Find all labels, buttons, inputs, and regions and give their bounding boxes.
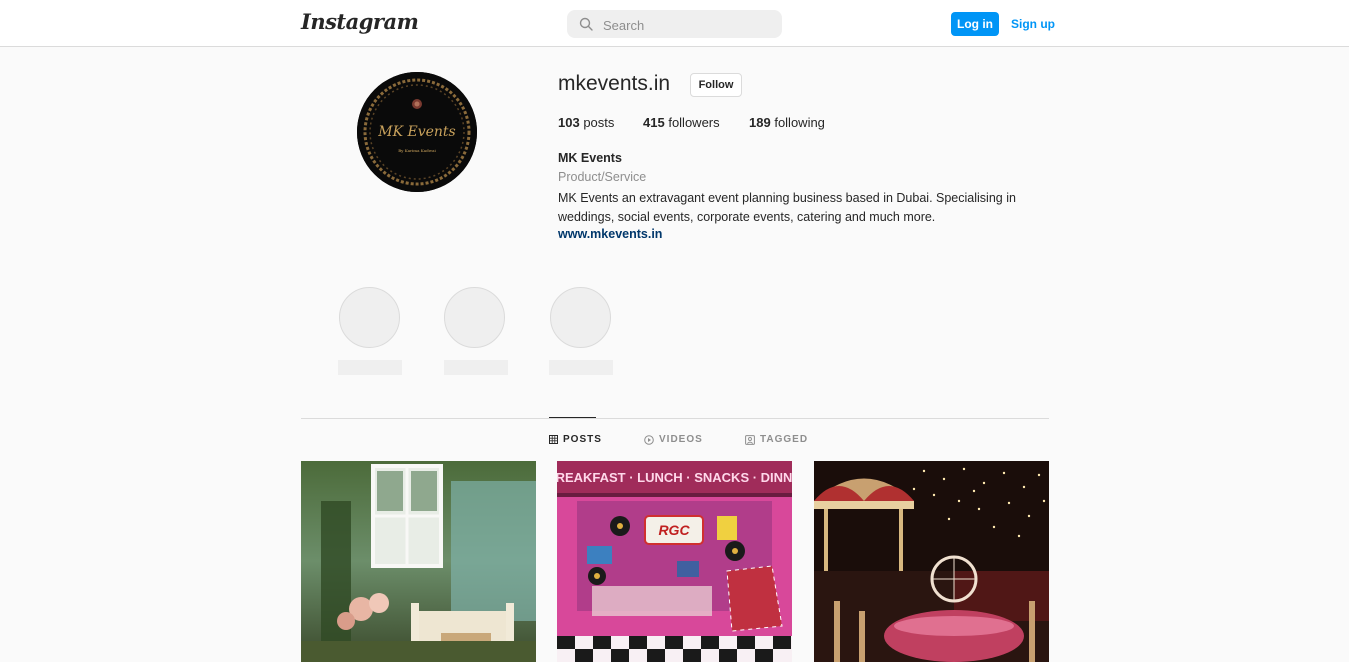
tab-posts[interactable]: POSTS [549, 434, 602, 445]
svg-text:REAKFAST · LUNCH · SNACKS · DI: REAKFAST · LUNCH · SNACKS · DINN [557, 470, 792, 485]
tab-posts-label: POSTS [563, 434, 602, 445]
profile-avatar[interactable]: MK Events By Karima Kadwai [357, 72, 477, 192]
posts-label: posts [583, 115, 615, 130]
tag-icon [745, 434, 755, 445]
highlight-placeholder-label [444, 360, 508, 375]
tab-tagged-label: TAGGED [760, 434, 809, 445]
profile-category: Product/Service [558, 170, 647, 184]
tabs-divider [301, 418, 1049, 419]
search-input[interactable] [601, 14, 775, 36]
highlight-placeholder-circle [444, 287, 505, 348]
signup-link[interactable]: Sign up [1011, 12, 1055, 36]
avatar-logo-image: MK Events By Karima Kadwai [357, 72, 477, 192]
instagram-logo[interactable]: Instagram [301, 9, 419, 34]
svg-text:RGC: RGC [658, 522, 690, 538]
posts-count: 103 [558, 115, 580, 130]
following-label: following [774, 115, 825, 130]
tab-tagged[interactable]: TAGGED [745, 434, 808, 445]
highlight-placeholder-circle [550, 287, 611, 348]
profile-website-link[interactable]: www.mkevents.in [558, 227, 662, 241]
profile-full-name: MK Events [558, 151, 622, 165]
following-count: 189 [749, 115, 771, 130]
highlight-placeholder-circle [339, 287, 400, 348]
followers-count: 415 [643, 115, 665, 130]
highlight-placeholder-label [549, 360, 613, 375]
following-count-stat[interactable]: 189 following [749, 115, 825, 130]
highlight-placeholder-label [338, 360, 402, 375]
top-navigation-bar: Instagram Log in Sign up [0, 0, 1349, 47]
login-button[interactable]: Log in [951, 12, 999, 36]
follow-button[interactable]: Follow [690, 73, 742, 97]
checkered-floor [557, 636, 792, 662]
tab-videos-label: VIDEOS [659, 434, 703, 445]
profile-username: mkevents.in [558, 72, 671, 95]
svg-text:MK Events: MK Events [377, 124, 456, 140]
grid-icon [549, 435, 558, 444]
search-icon [579, 17, 593, 31]
profile-bio: MK Events an extravagant event planning … [558, 191, 1016, 224]
posts-count-stat: 103 posts [558, 115, 614, 130]
play-icon [644, 434, 654, 445]
svg-text:By Karima Kadwai: By Karima Kadwai [398, 148, 436, 153]
search-box[interactable] [567, 10, 782, 38]
post-thumbnail[interactable]: REAKFAST · LUNCH · SNACKS · DINN RGC [557, 461, 792, 662]
post-thumbnail[interactable] [814, 461, 1049, 662]
diner-booth-photo: REAKFAST · LUNCH · SNACKS · DINN RGC [557, 461, 792, 662]
carnival-dinner-photo [814, 461, 1049, 662]
followers-count-stat[interactable]: 415 followers [643, 115, 720, 130]
active-tab-indicator [549, 417, 596, 418]
followers-label: followers [668, 115, 720, 130]
post-thumbnail[interactable] [301, 461, 536, 662]
garden-window-photo [301, 461, 536, 662]
tab-videos[interactable]: VIDEOS [644, 434, 703, 445]
